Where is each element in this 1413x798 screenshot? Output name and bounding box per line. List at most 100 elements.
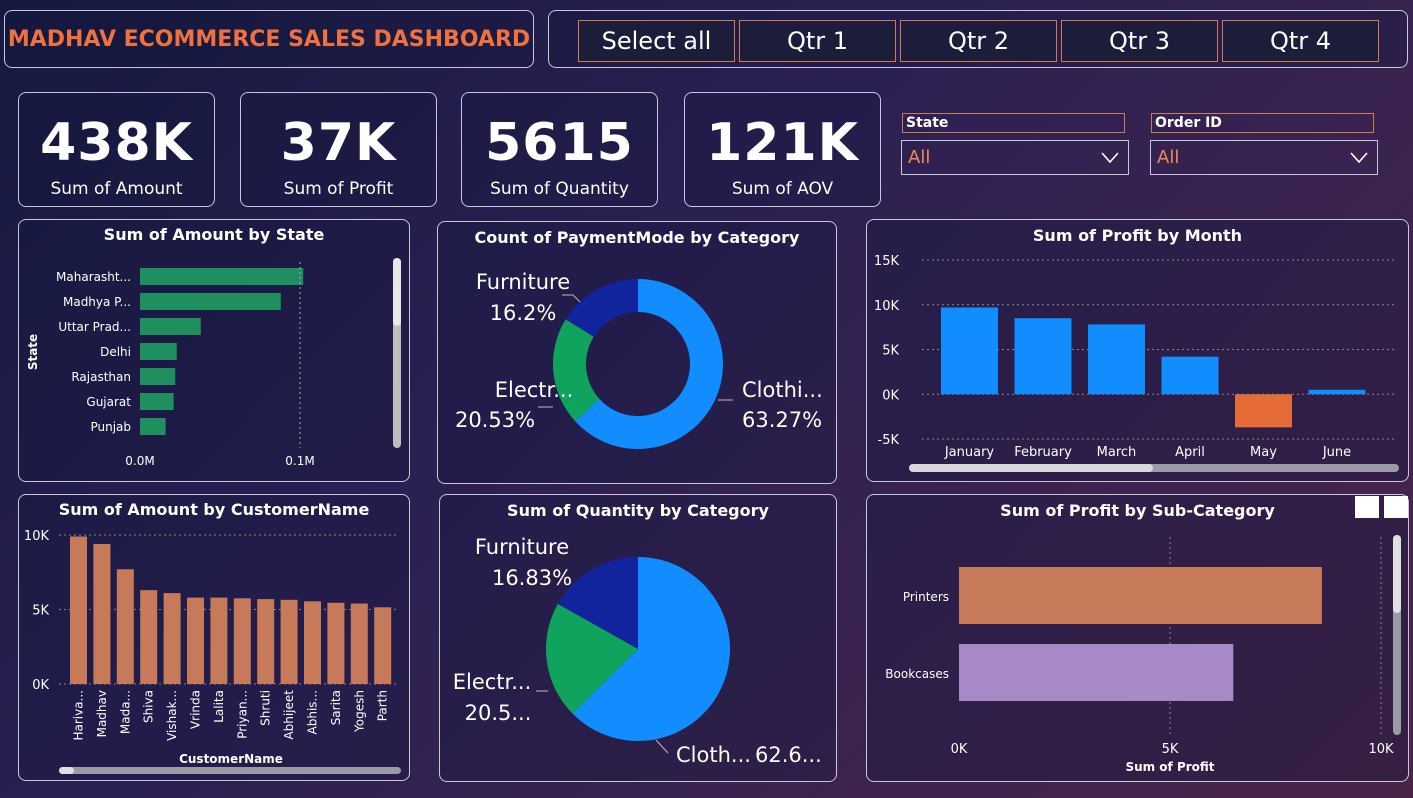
chevron-down-icon <box>1101 152 1119 164</box>
y-tick-label: 5K <box>882 344 899 359</box>
state-filter-dropdown[interactable]: All <box>901 140 1129 175</box>
y-tick-label: Bookcases <box>885 667 949 681</box>
slice-value-label: 20.53% <box>455 408 535 432</box>
bar <box>140 343 177 360</box>
amount-by-customer-chart: 10K 5K 0K Hariva... Madhav Mada... Shiva Vishak… <box>24 529 401 774</box>
bar <box>140 590 158 684</box>
title-panel: MADHAV ECOMMERCE SALES DASHBOARD <box>4 10 534 68</box>
slicer-qtr1-button[interactable]: Qtr 1 <box>739 20 896 62</box>
kpi-card-profit: 37K Sum of Profit <box>240 92 437 207</box>
order-filter-dropdown[interactable]: All <box>1150 140 1378 175</box>
bar <box>1235 394 1292 428</box>
focus-mode-icon[interactable] <box>1355 496 1379 518</box>
bar <box>374 607 392 684</box>
x-tick-label: Parth <box>376 690 390 721</box>
profit-by-month-card: Sum of Profit by Month 15K 10K 5K 0K -5K Janu… <box>866 219 1409 482</box>
x-tick-label: Vishak... <box>165 690 179 741</box>
slicer-qtr2-button[interactable]: Qtr 2 <box>900 20 1057 62</box>
y-tick-label: Delhi <box>100 345 131 359</box>
bar <box>1161 356 1219 395</box>
more-options-icon[interactable] <box>1384 496 1408 518</box>
y-tick-label: Madhya P... <box>63 295 131 309</box>
y-axis-label: State <box>26 334 40 370</box>
bar <box>140 318 201 335</box>
quantity-by-category-card: Sum of Quantity by Category Cloth... 62.6… <box>439 494 837 782</box>
y-tick-label: 10K <box>874 299 900 314</box>
bar <box>959 567 1322 624</box>
scrollbar-thumb <box>393 258 401 326</box>
kpi-label: Sum of Profit <box>283 179 394 199</box>
scrollbar-track <box>59 767 401 774</box>
kpi-card-quantity: 5615 Sum of Quantity <box>461 92 658 207</box>
amount-by-state-chart: Maharasht... Madhya P... Uttar Prad... Delh… <box>26 258 401 468</box>
x-tick-label: January <box>944 445 995 460</box>
bar <box>941 307 998 395</box>
x-tick-label: Madhav <box>95 690 109 737</box>
payment-by-category-chart: Clothi... 63.27% Electr... 20.53% Furniture 1… <box>455 270 823 449</box>
profit-by-subcategory-card: Sum of Profit by Sub-Category 0K 5K 10K Pri… <box>866 494 1409 782</box>
bar <box>93 543 111 684</box>
x-tick-label: March <box>1097 445 1137 460</box>
scrollbar-thumb <box>59 767 74 774</box>
bar <box>959 644 1234 701</box>
amount-by-customer-card: Sum of Amount by CustomerName 10K 5K 0K Har… <box>18 494 410 781</box>
x-tick-label: Hariva... <box>72 690 86 741</box>
slicer-select-all-button[interactable]: Select all <box>578 20 735 62</box>
x-tick-label: May <box>1250 445 1277 460</box>
bar <box>257 599 275 684</box>
bar <box>304 601 321 684</box>
y-tick-label: 0K <box>882 388 899 403</box>
order-filter-label: Order ID <box>1151 113 1374 133</box>
kpi-value: 121K <box>706 113 859 173</box>
x-tick-label: 0.1M <box>285 454 314 468</box>
kpi-value: 37K <box>280 113 397 173</box>
y-tick-label: Gujarat <box>86 395 131 409</box>
x-tick-label: 10K <box>1368 742 1394 757</box>
profit-by-subcategory-chart: 0K 5K 10K Printers Bookcases Sum of Profit <box>885 535 1401 774</box>
x-tick-label: Abhis... <box>306 690 320 734</box>
amount-by-state-card: Sum of Amount by State Maharasht... Madhy… <box>18 219 410 482</box>
slice-name-label: Furniture <box>476 270 570 294</box>
bar <box>140 293 281 310</box>
bar <box>116 569 134 684</box>
bar <box>140 268 304 285</box>
x-tick-label: June <box>1322 445 1351 460</box>
bar <box>70 536 87 684</box>
x-tick-label: Sarita <box>329 690 343 725</box>
state-filter-label: State <box>902 113 1125 133</box>
scrollbar-thumb <box>909 464 1153 472</box>
payment-by-category-card: Count of PaymentMode by Category Clothi.… <box>437 221 837 484</box>
bar <box>140 418 166 435</box>
x-tick-label: April <box>1175 445 1205 460</box>
slicer-qtr4-button[interactable]: Qtr 4 <box>1222 20 1379 62</box>
x-tick-label: Priyan... <box>235 690 249 739</box>
bar <box>327 602 345 684</box>
bar <box>1088 324 1145 395</box>
slicer-qtr3-button[interactable]: Qtr 3 <box>1061 20 1218 62</box>
y-tick-label: Uttar Prad... <box>58 320 131 334</box>
dashboard-title: MADHAV ECOMMERCE SALES DASHBOARD <box>7 27 531 52</box>
slice-value-label: 20.5... <box>465 701 532 725</box>
bar <box>1308 389 1366 395</box>
x-axis-label: CustomerName <box>179 752 283 766</box>
y-tick-label: Printers <box>903 590 949 604</box>
slice-name-label: Electr... <box>453 670 532 694</box>
chevron-down-icon <box>1350 152 1368 164</box>
leader-line <box>562 294 581 303</box>
bar <box>350 603 368 684</box>
x-tick-label: Shruti <box>259 690 273 726</box>
slice-name-label: Furniture <box>475 535 569 559</box>
slice-value-label: 16.83% <box>492 566 572 590</box>
y-tick-label: -5K <box>878 433 900 448</box>
kpi-label: Sum of Quantity <box>490 179 629 199</box>
bar <box>280 599 298 684</box>
quarter-slicer: Select all Qtr 1 Qtr 2 Qtr 3 Qtr 4 <box>548 10 1408 68</box>
y-tick-label: 15K <box>874 254 900 269</box>
profit-by-month-chart: 15K 10K 5K 0K -5K January February March April Ma… <box>874 254 1399 472</box>
x-tick-label: 0K <box>951 742 968 757</box>
kpi-label: Sum of AOV <box>731 179 834 199</box>
slice-name-label: Clothi... <box>742 378 823 402</box>
kpi-card-aov: 121K Sum of AOV <box>684 92 881 207</box>
bar <box>140 393 174 410</box>
y-tick-label: 0K <box>32 678 49 693</box>
